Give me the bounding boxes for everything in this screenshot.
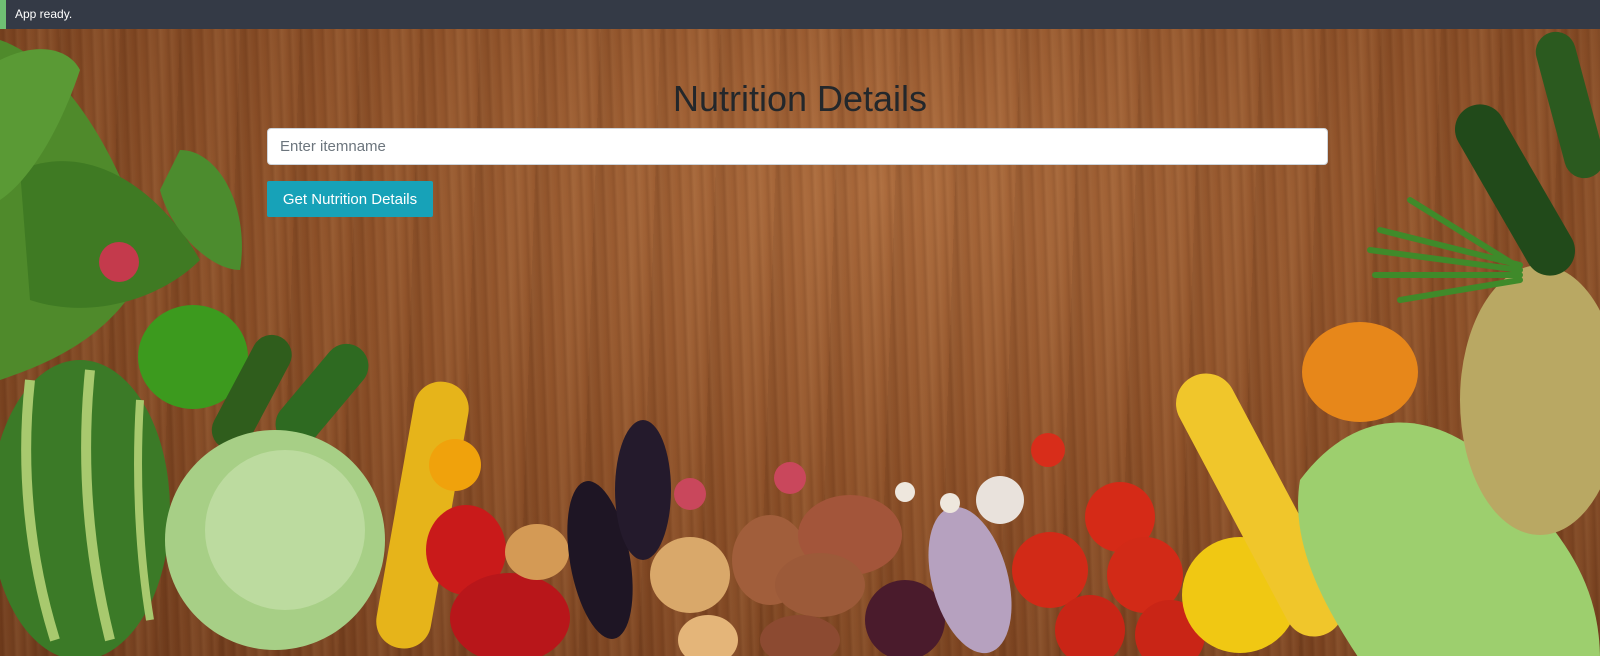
hero-background-image (0, 29, 1600, 656)
page-title: Nutrition Details (672, 78, 928, 119)
status-bar: App ready. (0, 0, 1600, 29)
get-nutrition-details-button[interactable]: Get Nutrition Details (267, 181, 433, 217)
page-bottom-margin (0, 656, 1600, 660)
item-name-input[interactable] (267, 128, 1328, 165)
status-message: App ready. (15, 7, 73, 21)
